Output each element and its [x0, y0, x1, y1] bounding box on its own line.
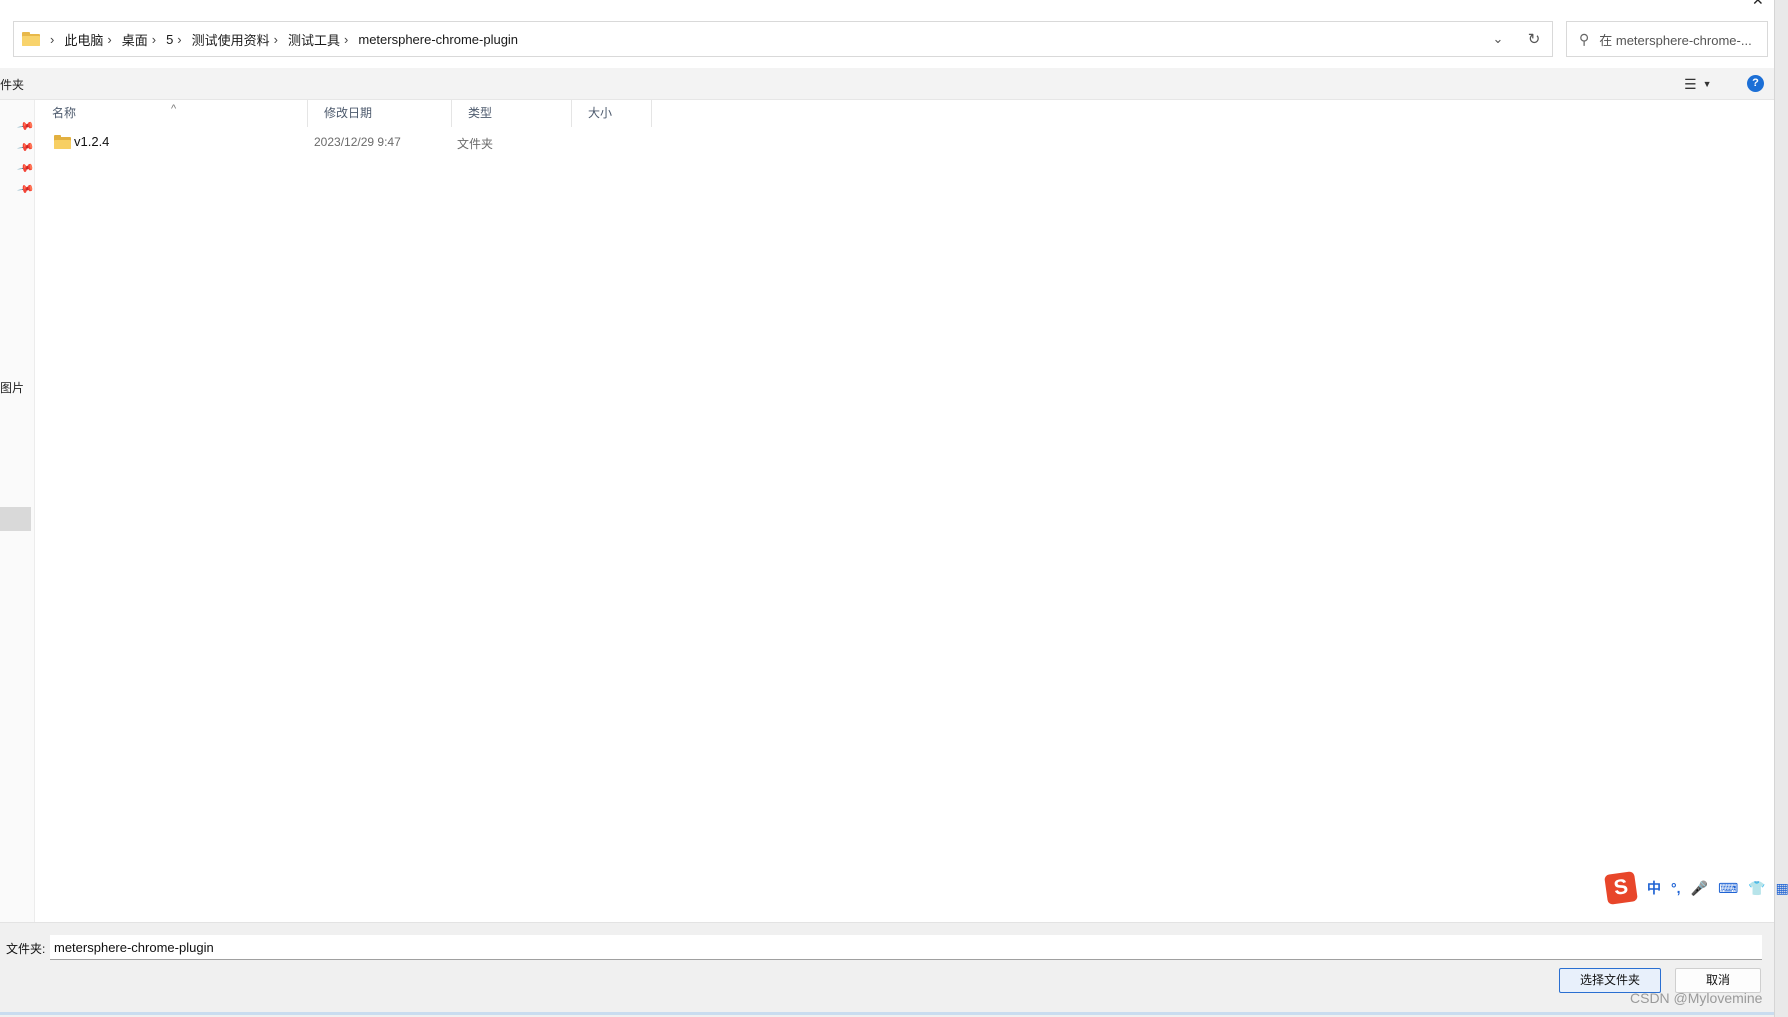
breadcrumb-item[interactable]: 此电脑 [64, 30, 103, 49]
column-size-label: 大小 [588, 106, 613, 120]
column-header-name[interactable]: 名称 ^ [36, 100, 308, 127]
file-list: 名称 ^ 修改日期 类型 大小 v1.2.4 2023/12/29 9:47 文… [36, 100, 1774, 922]
column-headers: 名称 ^ 修改日期 类型 大小 [36, 100, 1774, 127]
refresh-icon[interactable]: ↻ [1516, 30, 1552, 48]
column-header-type[interactable]: 类型 [452, 100, 572, 127]
breadcrumb-separator[interactable]: › [152, 32, 156, 47]
column-header-size[interactable]: 大小 [572, 100, 652, 127]
sogou-logo-icon[interactable]: S [1604, 871, 1638, 905]
pin-icon[interactable]: 📌 [17, 138, 36, 157]
breadcrumb-item[interactable]: 桌面 [122, 30, 148, 49]
breadcrumb-separator[interactable]: › [177, 32, 181, 47]
folder-name-field[interactable] [50, 935, 1762, 960]
search-input[interactable]: 在 metersphere-chrome-... [1599, 30, 1751, 49]
help-icon[interactable]: ? [1747, 75, 1764, 92]
sort-ascending-icon: ^ [171, 103, 177, 115]
caret-down-icon: ▼ [1702, 79, 1712, 89]
ime-punctuation-icon[interactable]: °, [1671, 880, 1681, 896]
navigation-pane: 📌 📌 📌 📌 图片 [0, 100, 35, 922]
view-options-button[interactable]: ☰ ▼ [1684, 73, 1711, 95]
toolbox-icon[interactable]: ▦ [1776, 880, 1788, 897]
column-header-date[interactable]: 修改日期 [308, 100, 452, 127]
toolbar: 件夹 ☰ ▼ ? [0, 68, 1774, 100]
file-date: 2023/12/29 9:47 [314, 135, 401, 149]
folder-icon [54, 135, 71, 149]
ime-toolbar: S 中 °, 🎤 ⌨ 👕 ▦ [1604, 871, 1788, 905]
search-icon: ⚲ [1579, 30, 1590, 47]
nav-item-label[interactable]: 件夹 [0, 76, 24, 93]
watermark: CSDN @Mylovemine [1630, 990, 1763, 1006]
breadcrumb-separator[interactable]: › [107, 32, 111, 47]
nav-item-pictures[interactable]: 图片 [0, 379, 24, 396]
window-edge [1774, 0, 1788, 1017]
list-item[interactable]: v1.2.4 2023/12/29 9:47 文件夹 [36, 131, 636, 155]
column-date-label: 修改日期 [324, 106, 373, 120]
close-icon[interactable]: ✕ [1752, 0, 1764, 9]
nav-item-selected[interactable] [0, 507, 31, 531]
address-bar-area: › 此电脑 › 桌面 › 5 › 测试使用资料 › 测试工具 › metersp… [0, 0, 1788, 68]
address-bar[interactable]: › 此电脑 › 桌面 › 5 › 测试使用资料 › 测试工具 › metersp… [13, 21, 1553, 57]
keyboard-icon[interactable]: ⌨ [1718, 880, 1738, 897]
pin-icon[interactable]: 📌 [17, 180, 36, 199]
file-name: v1.2.4 [74, 134, 110, 149]
chevron-down-icon[interactable]: ⌄ [1480, 31, 1516, 47]
view-options-icon: ☰ [1684, 75, 1697, 92]
folder-icon [22, 32, 40, 46]
pin-icon[interactable]: 📌 [17, 159, 36, 178]
microphone-icon[interactable]: 🎤 [1691, 880, 1708, 897]
pin-icon[interactable]: 📌 [17, 117, 36, 136]
column-name-label: 名称 [52, 106, 77, 120]
breadcrumb-separator[interactable]: › [344, 32, 348, 47]
file-type: 文件夹 [457, 137, 494, 151]
folder-label: 文件夹: [6, 942, 46, 956]
search-box[interactable]: ⚲ 在 metersphere-chrome-... [1566, 21, 1768, 57]
breadcrumb-separator: › [50, 31, 55, 47]
breadcrumb-item-current[interactable]: metersphere-chrome-plugin [358, 32, 518, 47]
breadcrumb-item[interactable]: 测试工具 [288, 30, 340, 49]
ime-mode-icon[interactable]: 中 [1647, 878, 1661, 898]
breadcrumb-separator[interactable]: › [274, 32, 278, 47]
breadcrumb-item[interactable]: 测试使用资料 [192, 30, 270, 49]
skin-icon[interactable]: 👕 [1748, 880, 1765, 897]
column-type-label: 类型 [468, 106, 493, 120]
bottom-border [0, 1012, 1774, 1015]
dialog-footer: 文件夹: 选择文件夹 取消 [0, 922, 1774, 1017]
breadcrumb-item[interactable]: 5 [166, 32, 173, 47]
